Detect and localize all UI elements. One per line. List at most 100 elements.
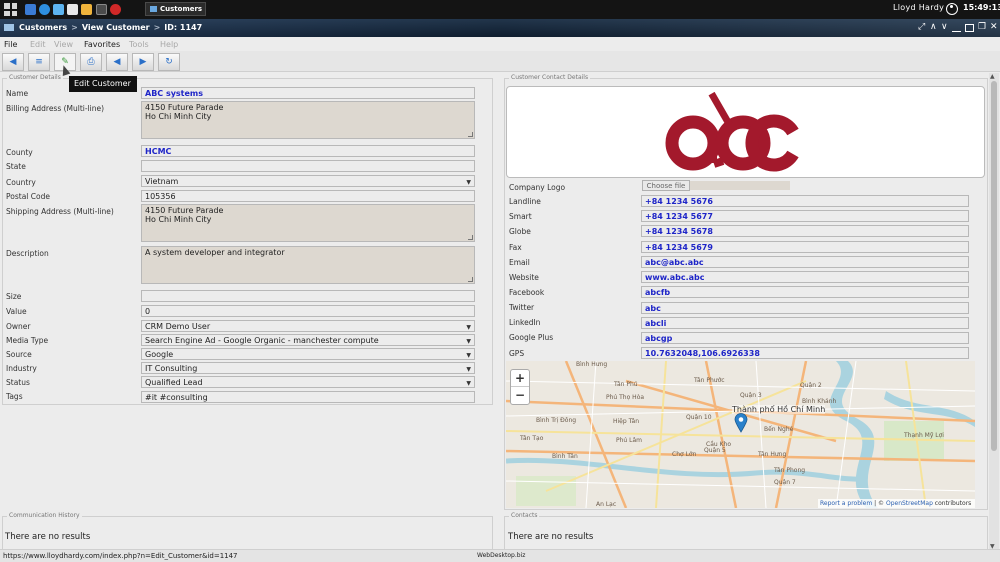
- status-url: https://www.lloydhardy.com/index.php?n=E…: [3, 552, 238, 560]
- google-plus-field[interactable]: abcgp: [641, 332, 969, 344]
- media-type-select[interactable]: Search Engine Ad - Google Organic - manc…: [141, 334, 475, 346]
- previous-button[interactable]: ◀: [106, 53, 128, 71]
- landline-label: Landline: [509, 197, 541, 206]
- twitter-field[interactable]: abc: [641, 302, 969, 314]
- document-icon[interactable]: [67, 4, 78, 15]
- industry-select[interactable]: IT Consulting: [141, 362, 475, 374]
- zoom-out-button[interactable]: −: [511, 387, 529, 404]
- breadcrumb-separator: >: [71, 23, 78, 32]
- menu-help[interactable]: Help: [160, 40, 178, 49]
- user-name[interactable]: Lloyd Hardy: [893, 3, 944, 12]
- close-icon[interactable]: ✕: [990, 23, 998, 32]
- map-place-label: Hiệp Tân: [613, 418, 640, 425]
- linkedin-label: LinkedIn: [509, 318, 541, 327]
- folder-icon[interactable]: [81, 4, 92, 15]
- skip-forward-icon: ▶: [139, 57, 147, 67]
- network-icon[interactable]: [53, 4, 64, 15]
- file-name-display: [690, 181, 790, 190]
- menu-favorites[interactable]: Favorites: [84, 40, 120, 49]
- chevron-down-icon[interactable]: ∨: [941, 23, 948, 32]
- globe-field[interactable]: +84 1234 5678: [641, 225, 969, 237]
- shipping-address-field[interactable]: 4150 Future Parade Ho Chi Minh City: [141, 204, 475, 242]
- fax-label: Fax: [509, 243, 522, 252]
- zoom-in-button[interactable]: +: [511, 370, 529, 387]
- dock-icon[interactable]: ⤢: [918, 23, 925, 32]
- name-label: Name: [6, 89, 29, 98]
- user-icon[interactable]: [946, 3, 958, 15]
- source-select[interactable]: Google: [141, 348, 475, 360]
- toolbar: ◀ ≡ ✎ ⎙ ◀ ▶ ↻: [0, 51, 1000, 72]
- resize-grip-icon[interactable]: [468, 132, 473, 137]
- list-button[interactable]: ≡: [28, 53, 50, 71]
- resize-grip-icon[interactable]: [468, 235, 473, 240]
- postal-code-field[interactable]: 105356: [141, 190, 475, 202]
- state-label: State: [6, 162, 26, 171]
- status-select[interactable]: Qualified Lead: [141, 376, 475, 388]
- scrollbar-thumb[interactable]: [991, 81, 997, 451]
- shipping-address-label: Shipping Address (Multi-line): [6, 207, 114, 216]
- minimize-icon[interactable]: [952, 29, 961, 32]
- communication-empty-text: There are no results: [5, 532, 91, 542]
- size-label: Size: [6, 292, 22, 301]
- window-icon: [150, 6, 157, 12]
- power-icon[interactable]: [110, 4, 121, 15]
- communication-history-legend: Communication History: [7, 512, 82, 519]
- breadcrumb: Customers > View Customer > ID: 1147: [19, 23, 202, 32]
- linkedin-field[interactable]: abcli: [641, 317, 969, 329]
- menu-edit[interactable]: Edit: [30, 40, 46, 49]
- location-map[interactable]: Bình Hưng Tân Phú Tân Phước Phú Thọ Hòa …: [506, 361, 975, 508]
- choose-file-button[interactable]: Choose file: [642, 180, 690, 191]
- task-customers-button[interactable]: Customers: [145, 2, 206, 16]
- state-field[interactable]: [141, 160, 475, 172]
- website-field[interactable]: www.abc.abc: [641, 271, 969, 283]
- resize-grip-icon[interactable]: [468, 277, 473, 282]
- map-marker-icon[interactable]: [734, 413, 748, 433]
- email-field[interactable]: abc@abc.abc: [641, 256, 969, 268]
- browser-icon[interactable]: [39, 4, 50, 15]
- terminal-icon[interactable]: [96, 4, 107, 15]
- billing-address-field[interactable]: 4150 Future Parade Ho Chi Minh City: [141, 101, 475, 139]
- description-field[interactable]: A system developer and integrator: [141, 246, 475, 284]
- restore-icon[interactable]: ❐: [978, 23, 986, 32]
- description-text: A system developer and integrator: [145, 248, 285, 257]
- country-select[interactable]: Vietnam: [141, 175, 475, 187]
- map-place-label: Bến Nghé: [764, 426, 794, 433]
- breadcrumb-view-customer[interactable]: View Customer: [82, 23, 150, 32]
- smart-field[interactable]: +84 1234 5677: [641, 210, 969, 222]
- report-problem-link[interactable]: Report a problem: [820, 500, 872, 507]
- refresh-button[interactable]: ↻: [158, 53, 180, 71]
- owner-label: Owner: [6, 322, 31, 331]
- desktop-icon[interactable]: [25, 4, 36, 15]
- back-button[interactable]: ◀: [2, 53, 24, 71]
- taskbar: Customers Lloyd Hardy 15:49:13: [0, 0, 1000, 19]
- map-attribution: Report a problem | © OpenStreetMap contr…: [818, 499, 975, 508]
- county-field[interactable]: HCMC: [141, 145, 475, 157]
- map-place-label: An Lạc: [596, 501, 617, 508]
- google-plus-label: Google Plus: [509, 333, 554, 342]
- status-brand: WebDesktop.biz: [477, 552, 526, 559]
- maximize-icon[interactable]: [965, 24, 974, 32]
- menu-tools[interactable]: Tools: [129, 40, 149, 49]
- page-scrollbar[interactable]: ▲ ▼: [989, 73, 999, 550]
- fax-field[interactable]: +84 1234 5679: [641, 241, 969, 253]
- openstreetmap-link[interactable]: OpenStreetMap: [886, 500, 933, 507]
- media-type-label: Media Type: [6, 336, 49, 345]
- contact-details-legend: Customer Contact Details: [509, 74, 591, 81]
- gps-field[interactable]: 10.7632048,106.6926338: [641, 347, 969, 359]
- owner-select[interactable]: CRM Demo User: [141, 320, 475, 332]
- value-field[interactable]: 0: [141, 305, 475, 317]
- size-field[interactable]: [141, 290, 475, 302]
- next-button[interactable]: ▶: [132, 53, 154, 71]
- start-menu-icon[interactable]: [4, 3, 17, 16]
- menu-file[interactable]: File: [4, 40, 17, 49]
- scroll-up-icon[interactable]: ▲: [990, 73, 995, 80]
- landline-field[interactable]: +84 1234 5676: [641, 195, 969, 207]
- tags-field[interactable]: #it #consulting: [141, 391, 475, 403]
- breadcrumb-customers[interactable]: Customers: [19, 23, 67, 32]
- source-label: Source: [6, 350, 32, 359]
- facebook-field[interactable]: abcfb: [641, 286, 969, 298]
- chevron-up-icon[interactable]: ∧: [930, 23, 937, 32]
- name-field[interactable]: ABC systems: [141, 87, 475, 99]
- print-button[interactable]: ⎙: [80, 53, 102, 71]
- menu-view[interactable]: View: [54, 40, 73, 49]
